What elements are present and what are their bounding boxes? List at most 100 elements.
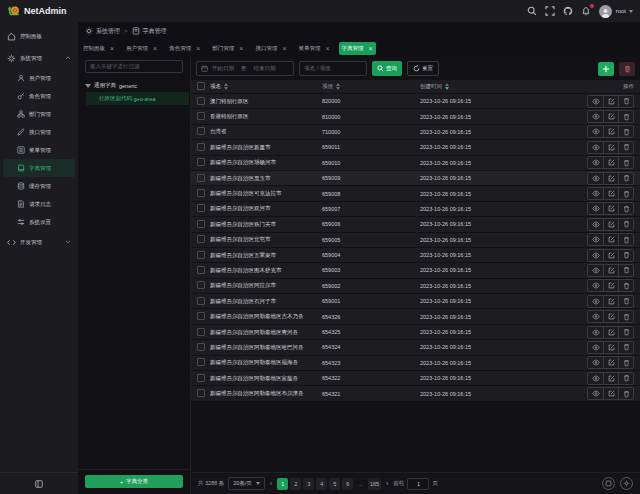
row-checkbox[interactable] (197, 97, 205, 105)
delete-row-button[interactable] (618, 280, 633, 291)
tree-node-generic[interactable]: 通用字典 generic (78, 79, 190, 92)
notification-bell-icon[interactable] (579, 6, 593, 16)
edit-row-button[interactable] (603, 142, 618, 153)
view-row-button[interactable] (588, 280, 603, 291)
tree-caret-icon[interactable] (85, 84, 91, 88)
row-checkbox[interactable] (197, 328, 205, 336)
page-button-3[interactable]: 3 (303, 478, 314, 490)
page-button-2[interactable]: 2 (290, 478, 301, 490)
sidebar-item-4[interactable]: 菜单管理 (3, 141, 75, 159)
view-row-button[interactable] (588, 219, 603, 230)
delete-row-button[interactable] (618, 327, 633, 338)
edit-row-button[interactable] (603, 250, 618, 261)
select-all-checkbox[interactable] (197, 82, 205, 90)
delete-row-button[interactable] (618, 250, 633, 261)
row-checkbox[interactable] (197, 343, 205, 351)
page-button-last[interactable]: 165 (368, 478, 381, 490)
search-button[interactable]: 查询 (372, 61, 402, 76)
add-dict-category-button[interactable]: + 字典分类 (85, 475, 183, 488)
reset-button[interactable]: 重置 (407, 61, 439, 76)
column-header-name[interactable]: 项名 (210, 83, 322, 90)
edit-row-button[interactable] (603, 388, 618, 399)
edit-row-button[interactable] (603, 280, 618, 291)
delete-row-button[interactable] (618, 373, 633, 384)
edit-row-button[interactable] (603, 219, 618, 230)
row-checkbox[interactable] (197, 112, 205, 120)
view-row-button[interactable] (588, 203, 603, 214)
tree-node-geo-area[interactable]: 行政区划代码 geo-area (86, 92, 189, 105)
row-checkbox[interactable] (197, 235, 205, 243)
breadcrumb-item-current[interactable]: 字典管理 (143, 27, 167, 36)
view-row-button[interactable] (588, 250, 603, 261)
page-button-6[interactable]: 6 (342, 478, 353, 490)
edit-row-button[interactable] (603, 111, 618, 122)
sidebar-item-1[interactable]: 角色管理 (3, 87, 75, 105)
avatar[interactable] (599, 5, 612, 18)
tree-search-input[interactable]: 输入关键字进行过滤 (85, 60, 183, 73)
row-checkbox[interactable] (197, 389, 205, 397)
sidebar-group-system[interactable]: 系统管理 (0, 47, 78, 69)
fullscreen-icon[interactable] (543, 6, 557, 16)
view-row-button[interactable] (588, 357, 603, 368)
close-tab-icon[interactable]: × (282, 45, 286, 52)
view-row-button[interactable] (588, 311, 603, 322)
view-row-button[interactable] (588, 373, 603, 384)
tab-1[interactable]: 用户管理× (123, 42, 160, 55)
page-button-4[interactable]: 4 (316, 478, 327, 490)
sidebar-group-dev[interactable]: 开发管理 (0, 231, 78, 253)
delete-row-button[interactable] (618, 219, 633, 230)
row-checkbox[interactable] (197, 174, 205, 182)
delete-row-button[interactable] (618, 342, 633, 353)
date-range-input[interactable]: 开始日期 至 结束日期 (196, 61, 294, 76)
collapse-sidebar-icon[interactable] (35, 480, 43, 488)
sidebar-item-2[interactable]: 部门管理 (3, 105, 75, 123)
delete-row-button[interactable] (618, 173, 633, 184)
row-checkbox[interactable] (197, 266, 205, 274)
goto-page-input[interactable]: 1 (407, 478, 429, 490)
table-settings-button[interactable] (620, 477, 633, 490)
row-checkbox[interactable] (197, 297, 205, 305)
view-row-button[interactable] (588, 296, 603, 307)
row-checkbox[interactable] (197, 374, 205, 382)
sidebar-item-3[interactable]: 接口管理 (3, 123, 75, 141)
view-row-button[interactable] (588, 327, 603, 338)
edit-row-button[interactable] (603, 357, 618, 368)
view-row-button[interactable] (588, 265, 603, 276)
add-dict-item-button[interactable] (598, 62, 614, 76)
view-row-button[interactable] (588, 157, 603, 168)
user-menu[interactable]: root (616, 8, 633, 14)
delete-row-button[interactable] (618, 296, 633, 307)
close-tab-icon[interactable]: × (196, 45, 200, 52)
edit-row-button[interactable] (603, 265, 618, 276)
edit-row-button[interactable] (603, 173, 618, 184)
sidebar-item-dashboard[interactable]: 控制面板 (0, 25, 78, 47)
tab-0[interactable]: 控制面板× (80, 42, 117, 55)
delete-row-button[interactable] (618, 111, 633, 122)
view-row-button[interactable] (588, 111, 603, 122)
tab-2[interactable]: 角色管理× (166, 42, 203, 55)
row-checkbox[interactable] (197, 204, 205, 212)
edit-row-button[interactable] (603, 373, 618, 384)
view-row-button[interactable] (588, 388, 603, 399)
breadcrumb-item[interactable]: 系统管理 (96, 27, 120, 36)
edit-row-button[interactable] (603, 327, 618, 338)
delete-row-button[interactable] (618, 188, 633, 199)
view-row-button[interactable] (588, 173, 603, 184)
delete-row-button[interactable] (618, 142, 633, 153)
tab-3[interactable]: 部门管理× (209, 42, 246, 55)
sidebar-item-6[interactable]: 缓存管理 (3, 177, 75, 195)
tab-4[interactable]: 接口管理× (252, 42, 289, 55)
view-row-button[interactable] (588, 142, 603, 153)
page-button-1[interactable]: 1 (277, 478, 288, 490)
column-header-created[interactable]: 创建时间 (420, 83, 586, 90)
view-row-button[interactable] (588, 96, 603, 107)
sidebar-item-0[interactable]: 用户管理 (3, 69, 75, 87)
close-tab-icon[interactable]: × (369, 45, 373, 52)
row-checkbox[interactable] (197, 312, 205, 320)
row-checkbox[interactable] (197, 189, 205, 197)
delete-row-button[interactable] (618, 234, 633, 245)
view-row-button[interactable] (588, 126, 603, 137)
delete-row-button[interactable] (618, 357, 633, 368)
row-checkbox[interactable] (197, 281, 205, 289)
row-checkbox[interactable] (197, 127, 205, 135)
